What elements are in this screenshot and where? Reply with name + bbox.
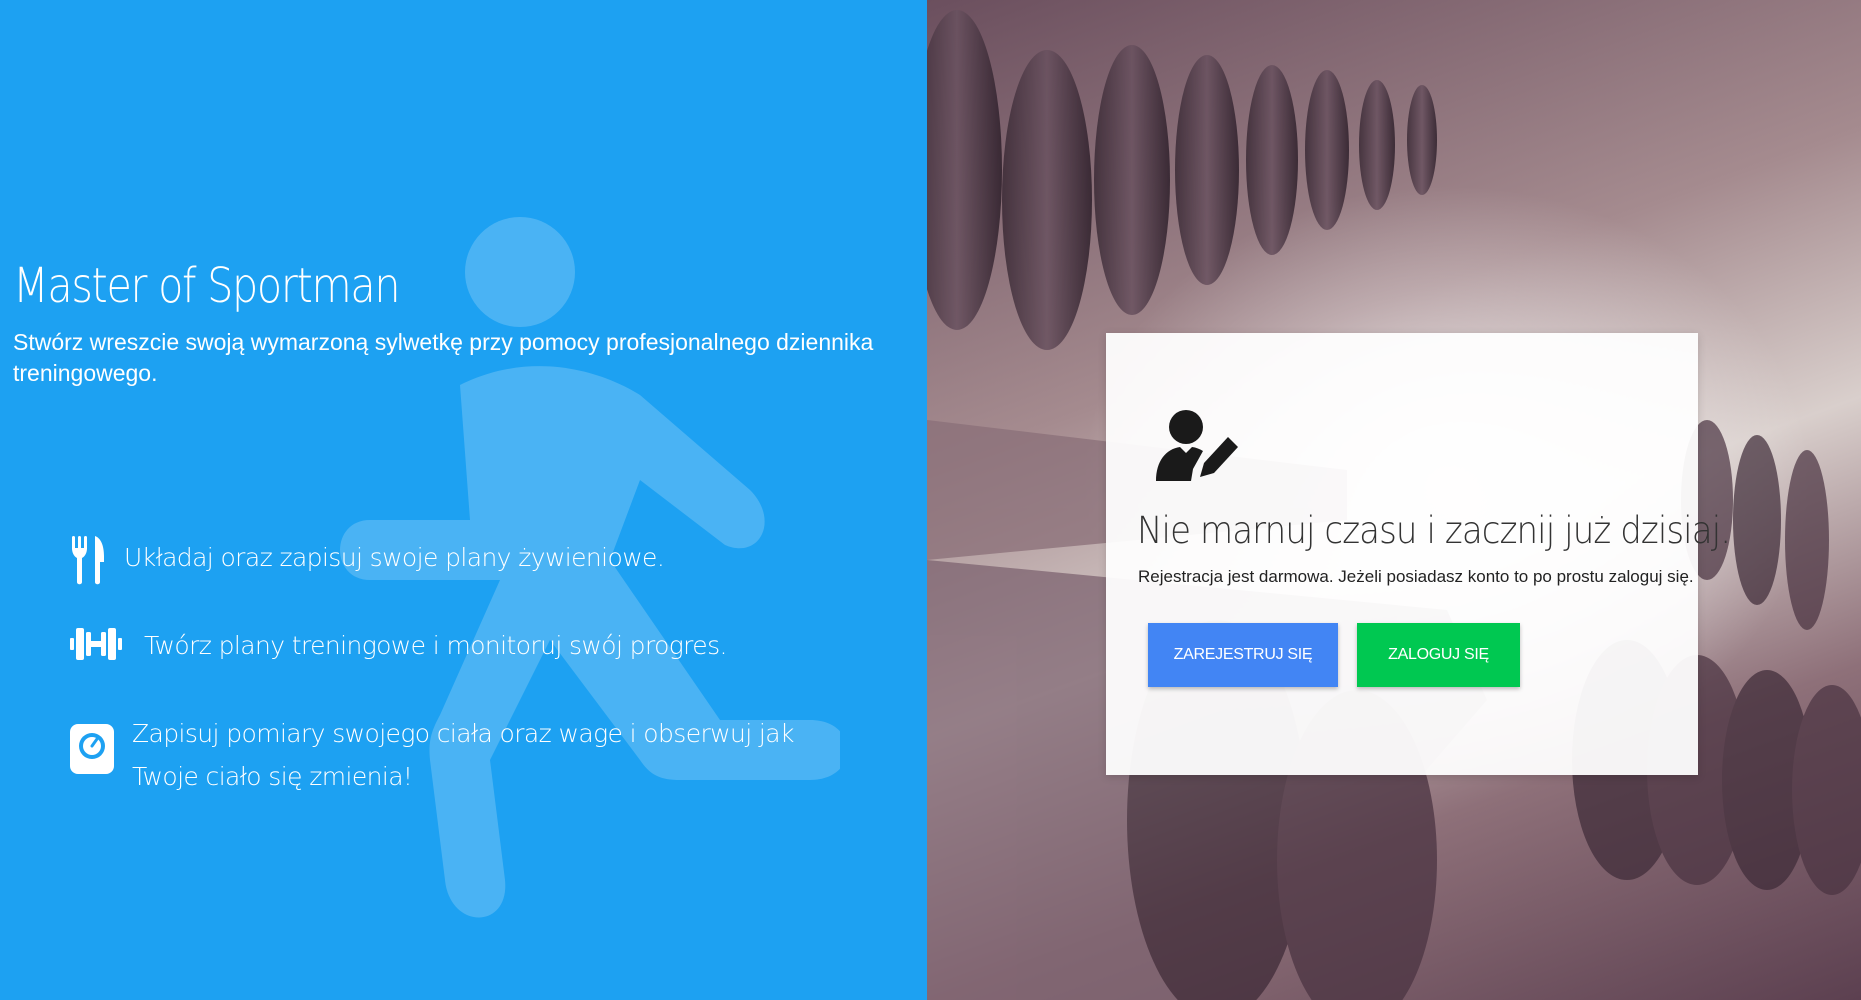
feature-training: Twórz plany treningowe i monitoruj swój … <box>70 622 727 667</box>
feature-measurements-text: Zapisuj pomiary swojego ciała oraz wage … <box>132 719 794 791</box>
app-title: Master of Sportman <box>13 258 401 314</box>
utensils-icon <box>72 536 104 585</box>
register-button[interactable]: ZAREJESTRUJ SIĘ <box>1148 623 1338 687</box>
registration-card: Nie marnuj czasu i zacznij już dzisiaj. … <box>1106 333 1731 775</box>
feature-nutrition-text: Układaj oraz zapisuj swoje plany żywieni… <box>124 543 665 572</box>
dumbbell-icon <box>70 628 122 660</box>
intro-panel: Master of Sportman Stwórz wreszcie swoją… <box>0 0 927 1000</box>
card-heading: Nie marnuj czasu i zacznij już dzisiaj. <box>1137 509 1731 552</box>
app-subtitle: Stwórz wreszcie swoją wymarzoną sylwetkę… <box>13 329 874 386</box>
feature-nutrition: Układaj oraz zapisuj swoje plany żywieni… <box>70 534 665 586</box>
user-edit-icon <box>1156 410 1238 481</box>
feature-measurements: Zapisuj pomiary swojego ciała oraz wage … <box>70 710 830 798</box>
landing-page: Master of Sportman Stwórz wreszcie swoją… <box>0 0 1861 1000</box>
weight-scale-icon <box>70 724 114 774</box>
login-button[interactable]: ZALOGUJ SIĘ <box>1357 623 1520 687</box>
card-description: Rejestracja jest darmowa. Jeżeli posiada… <box>1138 567 1694 586</box>
feature-training-text: Twórz plany treningowe i monitoruj swój … <box>144 631 727 660</box>
